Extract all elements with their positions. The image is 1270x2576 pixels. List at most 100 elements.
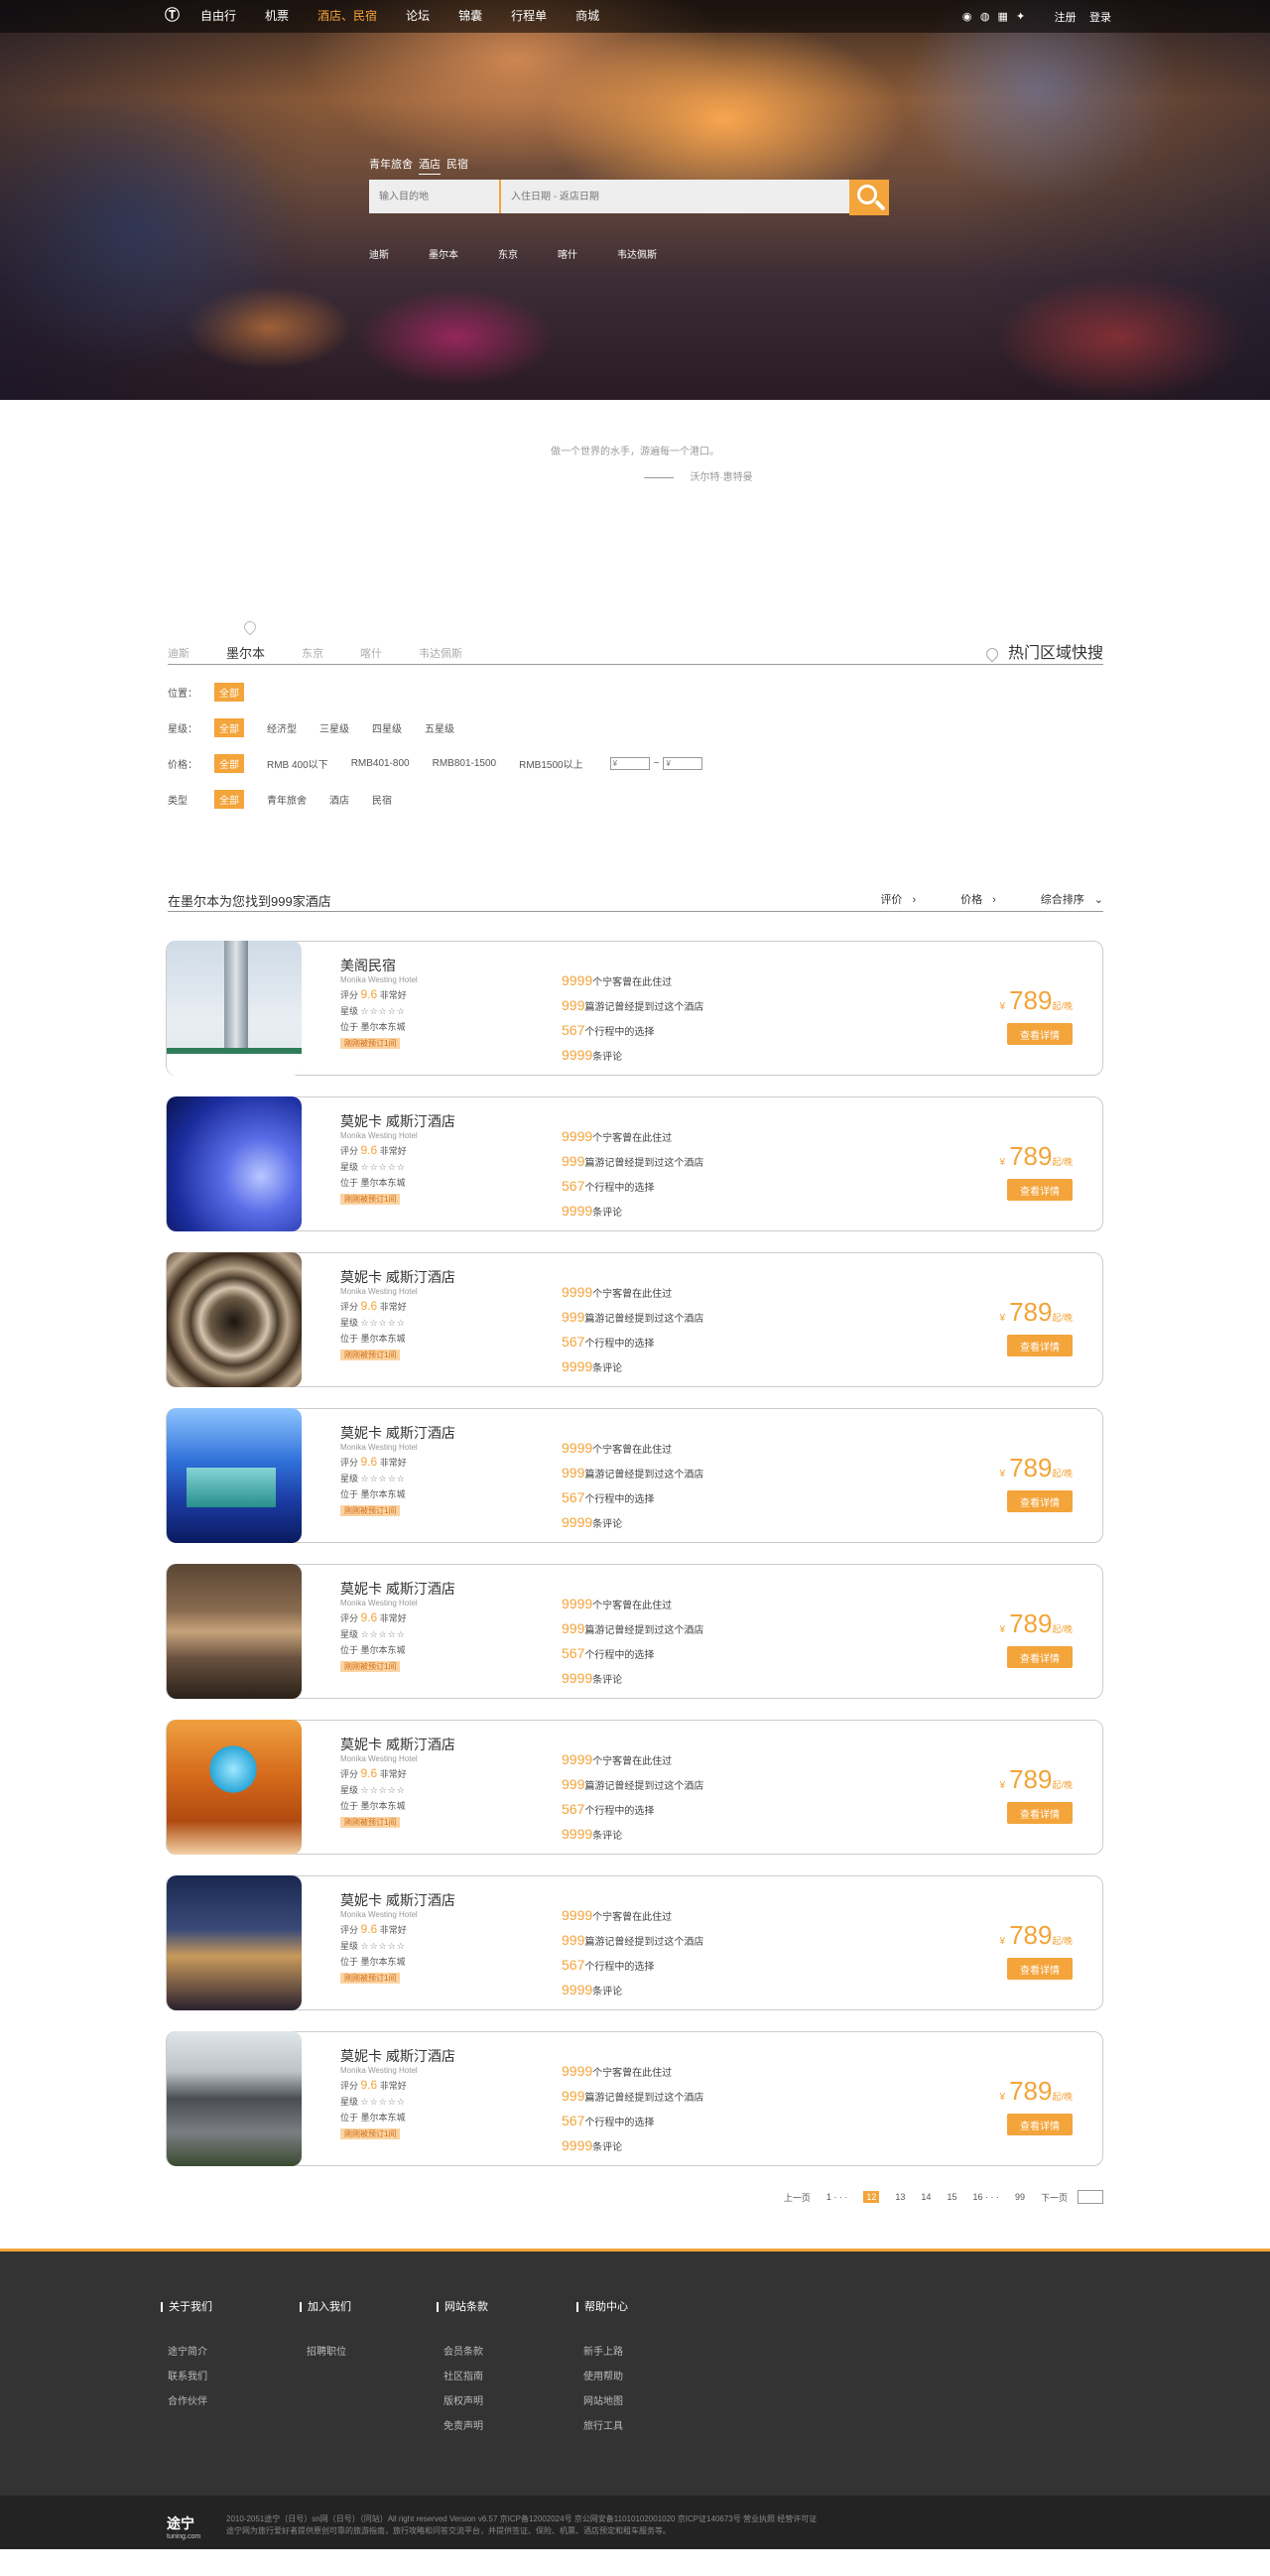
page-jump-input[interactable] — [1078, 2190, 1103, 2204]
filter-option[interactable]: RMB 400以下 — [267, 756, 328, 771]
footer-link[interactable]: 旅行工具 — [576, 2414, 628, 2439]
date-range-input[interactable] — [501, 180, 849, 213]
filter-option[interactable]: 酒店 — [329, 792, 349, 807]
prev-page-button[interactable]: 上一页 — [784, 2191, 811, 2204]
hotel-photo[interactable] — [167, 1875, 302, 2010]
city-tab-active[interactable]: 墨尔本 — [226, 645, 265, 663]
footer-link[interactable]: 合作伙伴 — [161, 2389, 212, 2414]
nav-item[interactable]: 行程单 — [511, 0, 547, 33]
hotel-name[interactable]: 莫妮卡 威斯汀酒店 — [340, 1737, 455, 1753]
tab-hotel[interactable]: 酒店 — [419, 156, 441, 175]
nav-item[interactable]: 论坛 — [406, 0, 430, 33]
page-link-current[interactable]: 12 — [863, 2191, 880, 2203]
page-link[interactable]: 1 · · · — [826, 2192, 848, 2202]
hotel-photo[interactable] — [167, 2031, 302, 2166]
hotel-card[interactable]: 莫妮卡 威斯汀酒店 Monika Westing Hotel 评分 9.6 非常… — [166, 1720, 1103, 1855]
tab-hostel[interactable]: 青年旅舍 — [369, 156, 413, 175]
hotel-photo[interactable] — [167, 941, 302, 1076]
destination-input[interactable] — [369, 180, 501, 213]
filter-option[interactable]: 民宿 — [372, 792, 392, 807]
city-tab[interactable]: 喀什 — [360, 645, 382, 663]
hotel-card[interactable]: 莫妮卡 威斯汀酒店 Monika Westing Hotel 评分 9.6 非常… — [166, 1096, 1103, 1231]
view-details-button[interactable]: 查看详情 — [1007, 1023, 1073, 1045]
hotel-photo[interactable] — [167, 1564, 302, 1699]
view-details-button[interactable]: 查看详情 — [1007, 2114, 1073, 2135]
filter-option[interactable]: 全部 — [214, 790, 244, 809]
hot-city-link[interactable]: 墨尔本 — [429, 246, 458, 261]
page-link[interactable]: 14 — [921, 2192, 931, 2202]
filter-option[interactable]: 四星级 — [372, 720, 402, 735]
footer-link[interactable]: 途宁简介 — [161, 2340, 212, 2365]
city-tab[interactable]: 韦达佩斯 — [419, 645, 462, 663]
filter-option[interactable]: 全部 — [214, 754, 244, 773]
hotel-name[interactable]: 美阁民宿 — [340, 958, 418, 974]
hotel-name[interactable]: 莫妮卡 威斯汀酒店 — [340, 1113, 455, 1130]
footer-link[interactable]: 招聘职位 — [300, 2340, 351, 2365]
hotel-card[interactable]: 莫妮卡 威斯汀酒店 Monika Westing Hotel 评分 9.6 非常… — [166, 1252, 1103, 1387]
wechat-icon[interactable]: ◍ — [979, 10, 991, 23]
view-details-button[interactable]: 查看详情 — [1007, 1958, 1073, 1980]
page-link[interactable]: 16 · · · — [972, 2192, 999, 2202]
footer-link[interactable]: 免责声明 — [437, 2414, 488, 2439]
filter-option[interactable]: 五星级 — [425, 720, 454, 735]
filter-option[interactable]: 经济型 — [267, 720, 297, 735]
view-details-button[interactable]: 查看详情 — [1007, 1646, 1073, 1668]
sort-by-price[interactable]: 价格 › — [960, 891, 996, 907]
hotel-card[interactable]: 莫妮卡 威斯汀酒店 Monika Westing Hotel 评分 9.6 非常… — [166, 2031, 1103, 2166]
filter-option[interactable]: 全部 — [214, 683, 244, 702]
hotel-name[interactable]: 莫妮卡 威斯汀酒店 — [340, 2048, 455, 2065]
price-min-input[interactable] — [609, 757, 650, 770]
page-link[interactable]: 15 — [947, 2192, 956, 2202]
filter-option[interactable]: 全部 — [214, 718, 244, 737]
view-details-button[interactable]: 查看详情 — [1007, 1179, 1073, 1201]
filter-option[interactable]: RMB1500以上 — [519, 756, 582, 771]
nav-item[interactable]: 机票 — [265, 0, 289, 33]
footer-link[interactable]: 联系我们 — [161, 2365, 212, 2389]
view-details-button[interactable]: 查看详情 — [1007, 1490, 1073, 1512]
hotel-photo[interactable] — [167, 1252, 302, 1387]
filter-option[interactable]: RMB401-800 — [351, 758, 410, 769]
hotel-photo[interactable] — [167, 1720, 302, 1855]
hotel-name[interactable]: 莫妮卡 威斯汀酒店 — [340, 1425, 455, 1442]
hotel-card[interactable]: 莫妮卡 威斯汀酒店 Monika Westing Hotel 评分 9.6 非常… — [166, 1408, 1103, 1543]
hotel-photo[interactable] — [167, 1408, 302, 1543]
view-details-button[interactable]: 查看详情 — [1007, 1802, 1073, 1824]
hotel-photo[interactable] — [167, 1096, 302, 1231]
footer-logo[interactable]: 途宁 tuning.com — [167, 2513, 200, 2540]
hot-city-link[interactable]: 喀什 — [558, 246, 577, 261]
footer-link[interactable]: 版权声明 — [437, 2389, 488, 2414]
hotel-card[interactable]: 莫妮卡 威斯汀酒店 Monika Westing Hotel 评分 9.6 非常… — [166, 1875, 1103, 2010]
nav-item[interactable]: 自由行 — [200, 0, 236, 33]
footer-link[interactable]: 网站地图 — [576, 2389, 628, 2414]
register-link[interactable]: 注册 — [1055, 12, 1077, 24]
filter-option[interactable]: RMB801-1500 — [433, 758, 496, 769]
tab-homestay[interactable]: 民宿 — [446, 156, 468, 175]
twitter-icon[interactable]: ✦ — [1015, 10, 1027, 23]
nav-item[interactable]: 锦囊 — [458, 0, 482, 33]
hotel-name[interactable]: 莫妮卡 威斯汀酒店 — [340, 1581, 455, 1598]
footer-link[interactable]: 使用帮助 — [576, 2365, 628, 2389]
city-tab[interactable]: 东京 — [302, 645, 323, 663]
hotel-card[interactable]: 美阁民宿 Monika Westing Hotel 评分 9.6 非常好 星级 … — [166, 941, 1103, 1076]
footer-link[interactable]: 社区指南 — [437, 2365, 488, 2389]
filter-option[interactable]: 青年旅舍 — [267, 792, 307, 807]
search-button[interactable] — [849, 180, 889, 215]
login-link[interactable]: 登录 — [1089, 12, 1111, 24]
hotel-name[interactable]: 莫妮卡 威斯汀酒店 — [340, 1892, 455, 1909]
nav-item[interactable]: 商城 — [575, 0, 599, 33]
hot-city-link[interactable]: 韦达佩斯 — [617, 246, 657, 261]
tuning-logo-icon[interactable]: Ⓣ — [165, 7, 181, 25]
hot-area-search[interactable]: 热门区域快搜 — [983, 639, 1103, 663]
page-link[interactable]: 99 — [1015, 2192, 1025, 2202]
grid-icon[interactable]: ▦ — [997, 10, 1009, 23]
qq-icon[interactable]: ◉ — [961, 10, 973, 23]
sort-by-rating[interactable]: 评价 › — [880, 891, 916, 907]
price-max-input[interactable] — [663, 757, 703, 770]
hot-city-link[interactable]: 迪斯 — [369, 246, 389, 261]
filter-option[interactable]: 三星级 — [319, 720, 349, 735]
next-page-button[interactable]: 下一页 — [1041, 2191, 1068, 2204]
footer-link[interactable]: 新手上路 — [576, 2340, 628, 2365]
sort-overall[interactable]: 综合排序 ⌄ — [1041, 891, 1103, 907]
nav-item-hotels[interactable]: 酒店、民宿 — [318, 0, 377, 33]
footer-link[interactable]: 会员条款 — [437, 2340, 488, 2365]
